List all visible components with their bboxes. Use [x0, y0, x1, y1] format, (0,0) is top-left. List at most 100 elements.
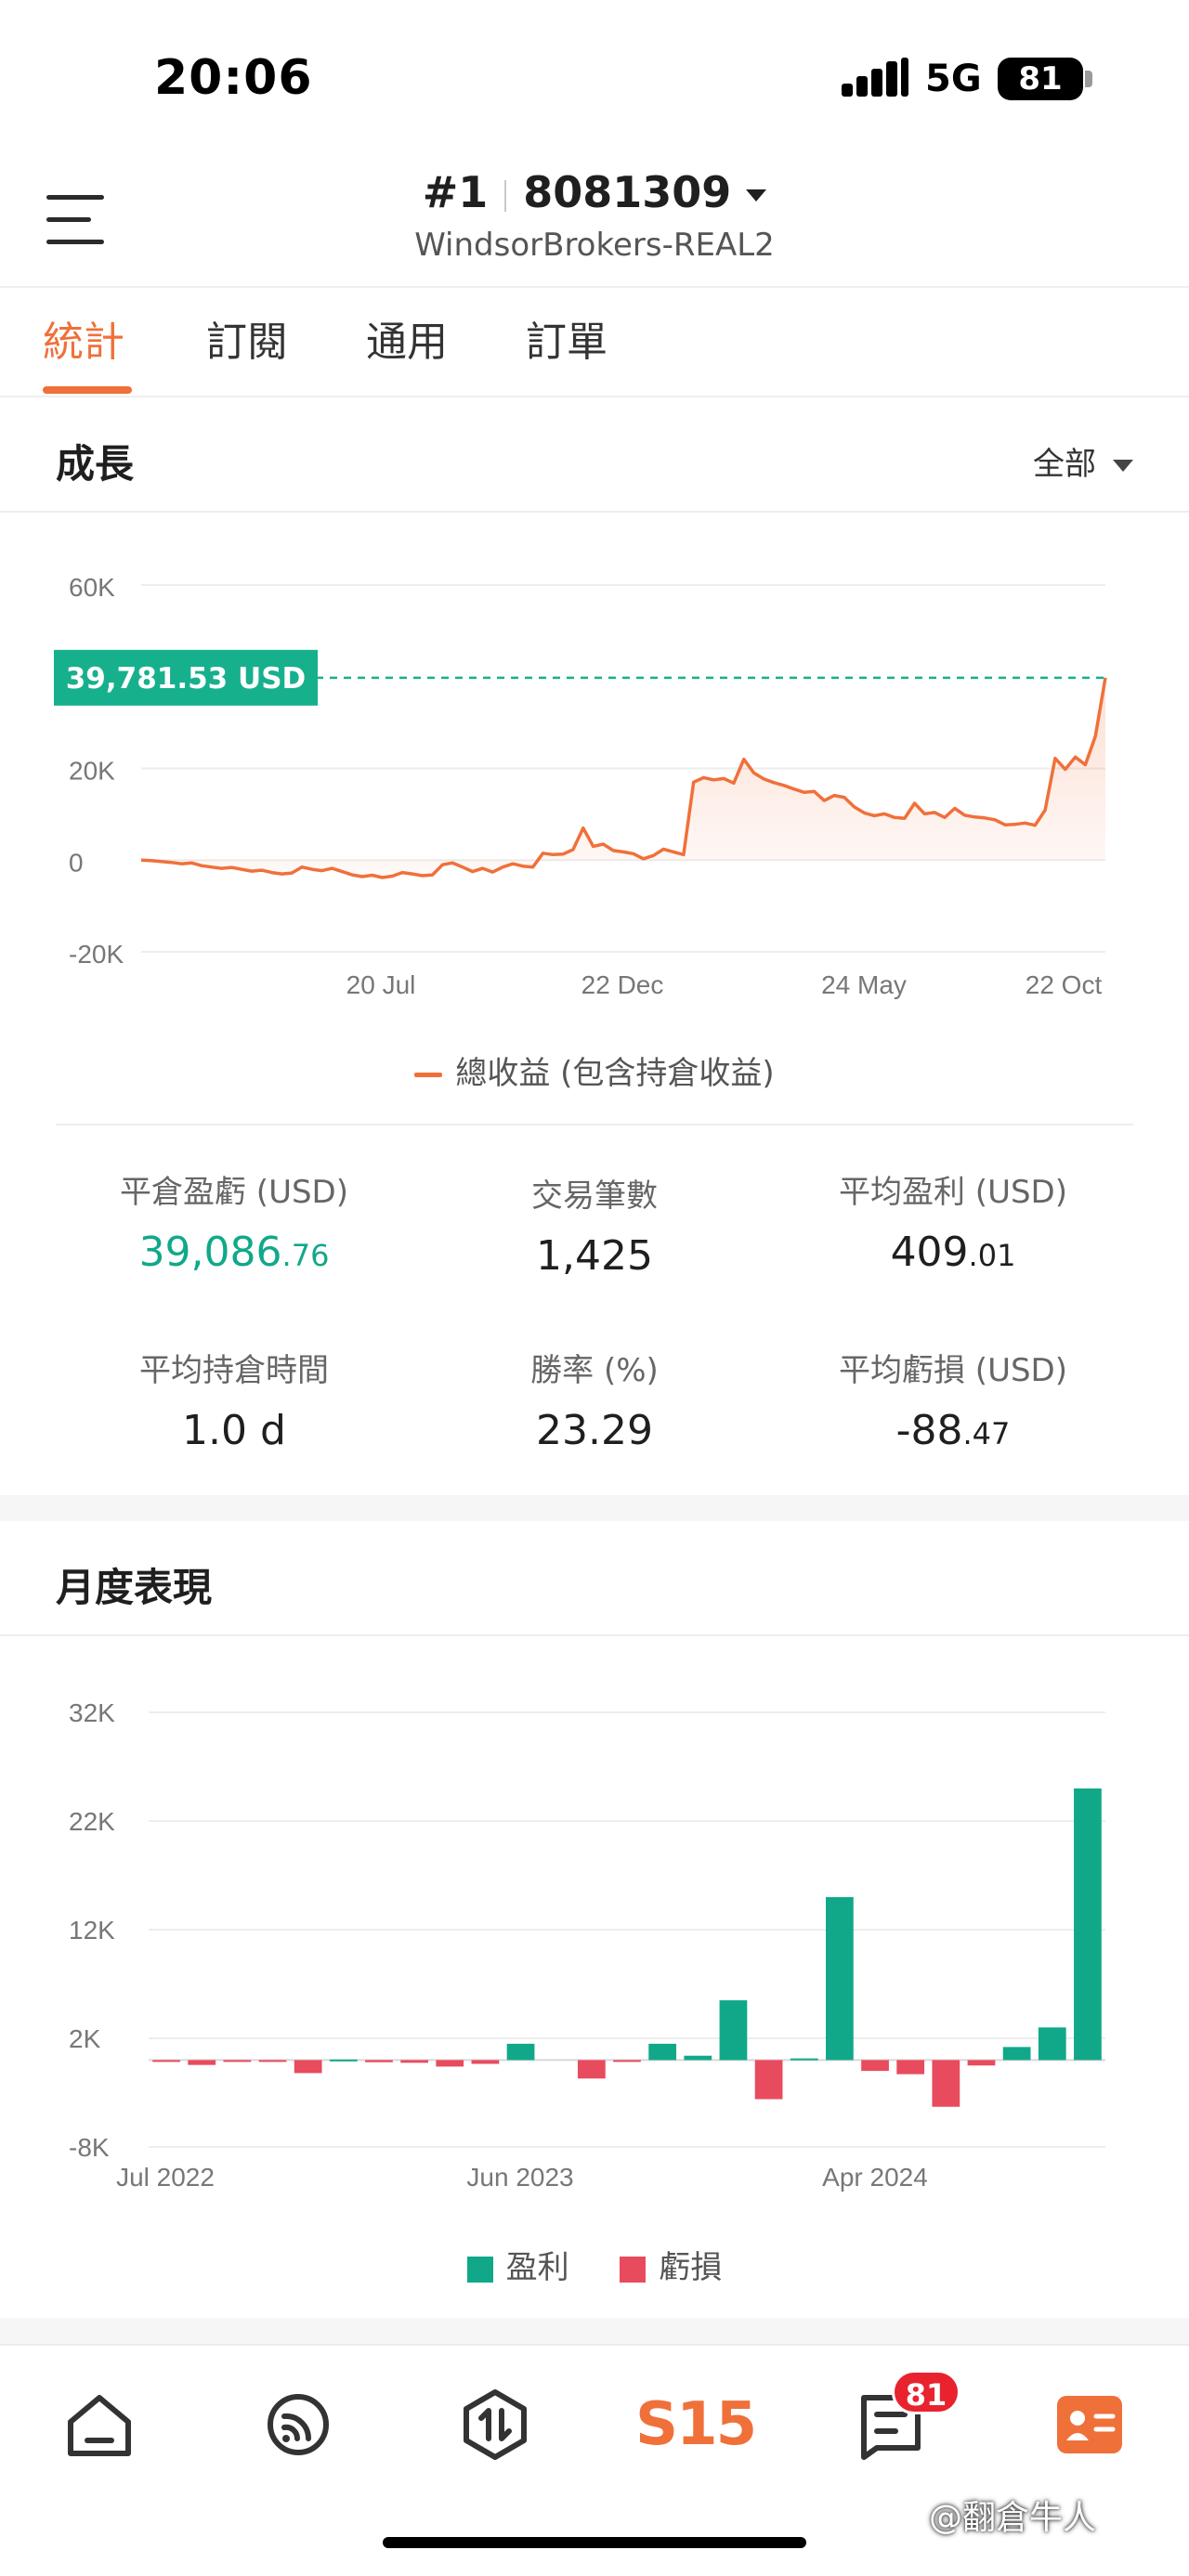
- home-indicator[interactable]: [383, 2537, 806, 2548]
- stat-average-profit: 平均盈利 (USD) 409.01: [758, 1166, 1148, 1276]
- battery-cap: [1085, 71, 1092, 87]
- status-bar: 20:06 5G 81: [0, 0, 1189, 149]
- monthly-title: 月度表現: [56, 1565, 213, 1610]
- loss-bar: [471, 2060, 500, 2064]
- y-tick-label: -20K: [69, 940, 124, 969]
- y-tick-label: 0: [69, 848, 84, 877]
- y-tick-label: 32K: [69, 1698, 115, 1727]
- growth-chart[interactable]: 60K 20K 0 -20K 20 Jul 22 Dec 24 May 22 Oct 39,78…: [0, 520, 1189, 1003]
- stat-label: 平倉盈虧 (USD): [120, 1174, 348, 1211]
- y-tick-label: 60K: [69, 573, 115, 602]
- legend-line-icon: [414, 1073, 443, 1077]
- stat-win-rate: 勝率 (%) 23.29: [399, 1345, 790, 1454]
- growth-title: 成長: [56, 441, 135, 487]
- growth-filter-dropdown[interactable]: 全部: [1033, 438, 1133, 484]
- stat-label: 交易筆數: [531, 1177, 658, 1215]
- loss-bar: [932, 2060, 960, 2107]
- s15-logo[interactable]: S15: [635, 2383, 757, 2466]
- tab-subscriptions[interactable]: 訂閱: [206, 308, 288, 368]
- stat-value: -88.47: [895, 1407, 1011, 1454]
- section-gap: [0, 2318, 1189, 2344]
- signal-icon: [842, 58, 908, 97]
- stat-label: 平均持倉時間: [139, 1352, 329, 1389]
- growth-section-header: 成長 全部: [0, 397, 1189, 513]
- account-number: #1: [422, 167, 489, 217]
- filter-label: 全部: [1033, 446, 1096, 483]
- profile-icon[interactable]: [1048, 2383, 1131, 2466]
- feed-icon[interactable]: [256, 2383, 340, 2466]
- y-tick-label: 20K: [69, 757, 115, 786]
- loss-bar: [613, 2060, 641, 2062]
- x-tick-label: Jun 2023: [466, 2163, 573, 2192]
- profit-bar: [719, 2000, 748, 2061]
- stat-closed-pnl: 平倉盈虧 (USD) 39,086.76: [39, 1166, 429, 1276]
- stat-value: 1,425: [536, 1232, 653, 1280]
- profit-bar: [1038, 2027, 1066, 2061]
- active-tab-indicator: [43, 386, 132, 394]
- loss-bar: [258, 2060, 287, 2062]
- loss-bar: [294, 2060, 322, 2074]
- stat-label: 平均虧損 (USD): [839, 1352, 1067, 1389]
- network-type: 5G: [925, 58, 982, 100]
- account-id: 8081309: [523, 167, 732, 217]
- x-tick-label: Jul 2022: [116, 2163, 215, 2192]
- loss-bar: [152, 2060, 180, 2062]
- caret-down-icon: [746, 189, 767, 202]
- profit-bar: [1074, 1788, 1102, 2061]
- monthly-section-header: 月度表現: [0, 1521, 1189, 1636]
- stat-average-loss: 平均虧損 (USD) -88.47: [758, 1345, 1148, 1454]
- clock: 20:06: [154, 50, 313, 106]
- monthly-chart[interactable]: 32K 22K 12K 2K -8KJul 2022 Jun 2023 Apr 2024: [0, 1653, 1189, 2201]
- stat-label: 勝率 (%): [530, 1352, 659, 1389]
- loss-bar: [223, 2060, 252, 2062]
- trade-icon[interactable]: [453, 2383, 537, 2466]
- stat-average-hold-time: 平均持倉時間 1.0 d: [39, 1345, 429, 1454]
- profit-bar: [329, 2059, 358, 2062]
- y-tick-label: 22K: [69, 1807, 115, 1836]
- x-tick-label: 22 Oct: [1026, 970, 1103, 999]
- legend-swatch-profit: [466, 2256, 493, 2283]
- watermark: @翻倉牛人: [929, 2499, 1097, 2537]
- stat-trade-count: 交易筆數 1,425: [399, 1170, 790, 1280]
- x-tick-label: 20 Jul: [346, 970, 416, 999]
- profit-bar: [1002, 2047, 1031, 2061]
- loss-bar: [754, 2060, 783, 2100]
- tab-bar: 統計 訂閱 通用 訂單: [0, 288, 1189, 397]
- tab-statistics[interactable]: 統計: [43, 308, 124, 368]
- loss-bar: [967, 2060, 996, 2066]
- y-tick-label: 12K: [69, 1916, 115, 1945]
- section-gap: [0, 1495, 1189, 1521]
- stat-value: 1.0 d: [182, 1407, 286, 1454]
- account-selector[interactable]: #1 8081309: [0, 167, 1189, 217]
- monthly-legend: 盈利 虧損: [0, 2242, 1189, 2287]
- value-badge-text: 39,781.53 USD: [66, 662, 307, 696]
- tab-general[interactable]: 通用: [366, 308, 448, 368]
- account-separator: [504, 179, 507, 212]
- profit-bar: [648, 2043, 677, 2061]
- stat-value: 39,086.76: [138, 1229, 330, 1276]
- legend-swatch-loss: [620, 2256, 647, 2283]
- divider: [56, 1124, 1133, 1125]
- profit-bar: [826, 1896, 854, 2061]
- tab-orders[interactable]: 訂單: [526, 308, 608, 368]
- x-tick-label: 22 Dec: [581, 970, 664, 999]
- stat-label: 平均盈利 (USD): [839, 1174, 1067, 1211]
- loss-bar: [436, 2060, 464, 2067]
- profit-bar: [684, 2055, 712, 2061]
- messages-badge: 81: [892, 2370, 960, 2414]
- loss-bar: [400, 2060, 428, 2063]
- growth-area: [141, 677, 1105, 878]
- profit-bar: [506, 2043, 535, 2061]
- legend-label: 總收益 (包含持倉收益): [455, 1055, 775, 1092]
- x-tick-label: Apr 2024: [822, 2163, 928, 2192]
- app-header: #1 8081309 WindsorBrokers-REAL2: [0, 149, 1189, 288]
- y-tick-label: 2K: [69, 2024, 101, 2053]
- loss-bar: [365, 2060, 393, 2062]
- legend-item-profit[interactable]: 盈利: [466, 2242, 569, 2287]
- loss-bar: [577, 2060, 606, 2079]
- stat-value: 23.29: [536, 1407, 653, 1454]
- x-tick-label: 24 May: [821, 970, 907, 999]
- legend-item-loss[interactable]: 虧損: [620, 2242, 722, 2287]
- profit-bar: [790, 2058, 818, 2061]
- home-icon[interactable]: [58, 2383, 141, 2466]
